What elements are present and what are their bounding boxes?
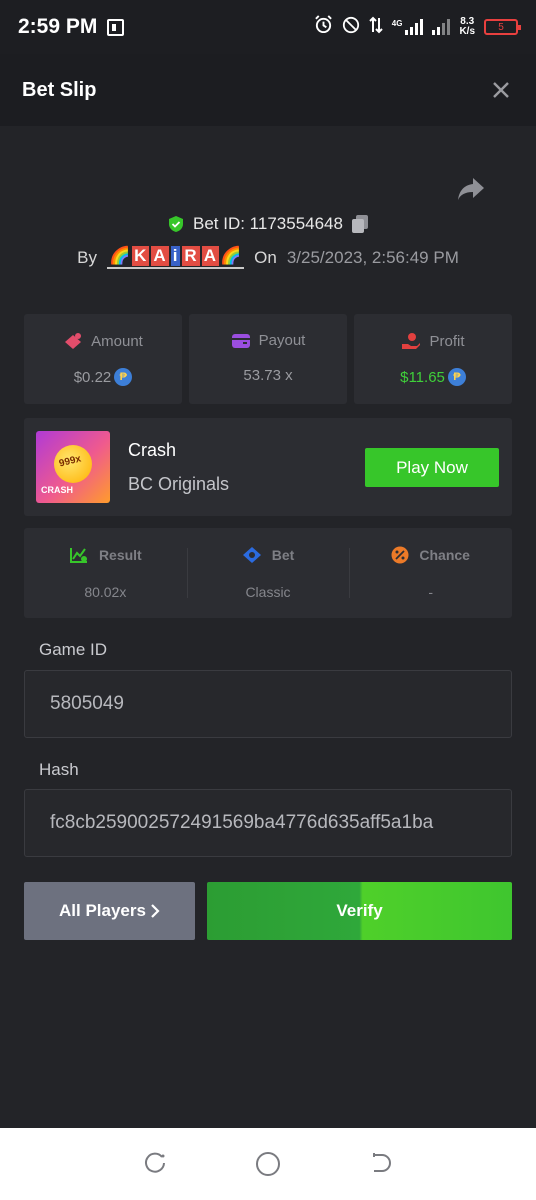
stat-label: Payout [258,332,306,349]
battery-level: 5 [498,21,504,33]
wallet-icon [231,333,250,348]
all-players-label: All Players [59,901,146,920]
stat-value: 53.73 x [243,367,292,384]
net-speed: 8.3 K/s [459,17,475,37]
recents-icon [145,1152,165,1173]
home-icon [256,1152,280,1176]
system-nav-bar [0,1128,536,1200]
home-button[interactable] [253,1149,283,1179]
stat-payout: Payout 53.73 x [189,314,347,404]
signal-4g-icon: 4G [392,19,424,35]
bet-author-row: By 🌈 K Ai R A 🌈 On 3/25/2023, 2:56:49 PM [0,246,536,269]
rainbow-icon: 🌈 [108,246,132,265]
on-label: On [254,247,277,267]
chance-header: Chance [391,546,470,564]
chance-cell: Chance - [349,528,512,618]
network-type: 4G [391,19,403,28]
bet-label: Bet [271,547,295,563]
stat-amount: Amount $0.22 ₱ [24,314,182,404]
sim-icon [107,18,125,36]
alarm-icon [314,15,333,39]
username-letter: K [132,246,150,266]
result-label: Result [98,547,142,563]
play-now-button[interactable]: Play Now [365,448,499,487]
bet-value: Classic [245,584,291,600]
bet-header: Bet [242,546,295,564]
coin-icon: ₱ [447,368,466,386]
game-id-field[interactable]: 5805049 [24,670,512,738]
bet-date: 3/25/2023, 2:56:49 PM [286,247,459,267]
signal-icon [432,19,451,35]
stat-value: $11.65 ₱ [400,368,466,386]
bet-slip-header: Bet Slip [0,54,536,126]
by-label: By [77,247,97,267]
result-row: Result 80.02x Bet Classic Chance - [24,528,512,618]
stat-value: $0.22 ₱ [74,368,133,386]
profit-hand-icon [402,333,421,349]
recents-button[interactable] [141,1149,171,1179]
bet-diamond-icon [242,547,261,563]
speed-unit: K/s [459,26,475,37]
game-provider: BC Originals [128,474,230,494]
username[interactable]: 🌈 K Ai R A 🌈 [106,246,245,269]
result-cell: Result 80.02x [24,528,187,618]
stat-header: Payout [231,332,306,349]
chevron-right-icon [151,904,160,918]
status-icons: 4G 8.3 K/s 5 [314,15,521,39]
stat-header: Amount [63,332,143,350]
result-header: Result [69,546,142,564]
all-players-button[interactable]: All Players [24,882,195,940]
game-thumbnail[interactable]: 999x CRASH [36,431,110,503]
chance-value: - [428,584,434,600]
username-letter: A [201,246,219,266]
verified-shield-icon [169,216,183,232]
bet-cell: Bet Classic [186,528,350,618]
game-name: Crash [128,440,177,460]
chance-label: Chance [419,547,470,563]
close-button[interactable] [488,77,514,103]
stat-label: Amount [91,332,143,350]
payout-value: 53.73 x [243,367,293,384]
data-transfer-icon [369,16,383,39]
money-icon [65,333,82,349]
copy-icon[interactable] [351,214,369,234]
share-icon [458,178,484,200]
hash-field[interactable]: fc8cb259002572491569ba4776d635aff5a1ba [24,789,512,857]
close-icon [493,82,509,98]
bet-id-row: Bet ID: 1173554648 [0,214,536,234]
game-id-label: Game ID [39,640,108,659]
share-button[interactable] [456,176,490,204]
thumb-label: CRASH [41,485,74,495]
stat-label: Profit [429,332,465,350]
result-value: 80.02x [84,584,127,600]
coin-icon: ₱ [114,368,133,386]
username-letter: R [182,246,200,266]
battery-icon: 5 [484,19,521,35]
page-title: Bet Slip [22,78,97,101]
verify-button[interactable]: Verify [207,882,512,940]
rainbow-icon: 🌈 [219,246,243,265]
profit-value: $11.65 [400,368,445,386]
game-card: 999x CRASH Crash BC Originals Play Now [24,418,512,516]
stat-header: Profit [401,332,465,350]
hash-label: Hash [39,760,79,779]
do-not-disturb-icon [342,16,360,39]
percent-icon [391,546,409,564]
bet-stats: Amount $0.22 ₱ Payout 53.73 x Profit $11… [24,314,512,404]
status-time: 2:59 PM [18,15,98,38]
amount-value: $0.22 [73,368,112,386]
chart-check-icon [69,548,87,563]
username-letter: A [151,246,169,266]
status-bar: 2:59 PM 4G 8.3 K/s 5 [0,0,536,54]
bet-id: Bet ID: 1173554648 [193,214,343,233]
back-icon [373,1153,391,1172]
username-letter: i [170,246,181,266]
back-button[interactable] [365,1149,395,1179]
stat-profit: Profit $11.65 ₱ [354,314,512,404]
